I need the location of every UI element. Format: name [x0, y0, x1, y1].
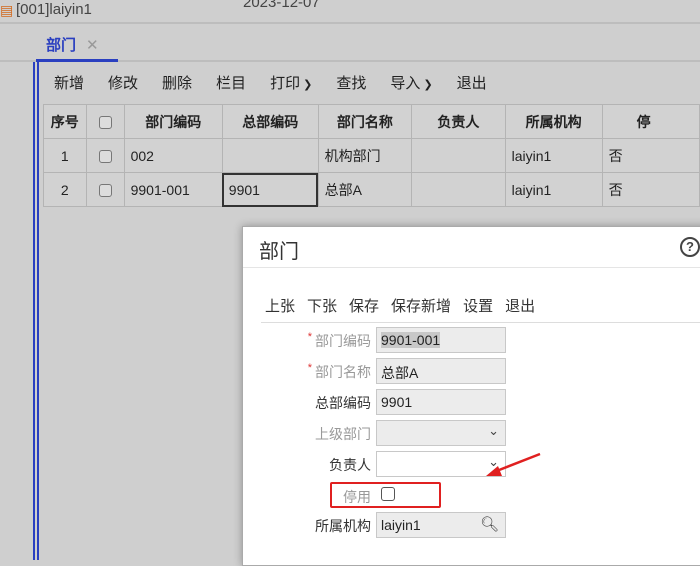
table-header: 序号 部门编码 总部编码 部门名称 负责人 所属机构 停 [43, 104, 700, 139]
name-label: * 部门名称 [261, 362, 371, 382]
col-name[interactable]: 部门名称 [317, 104, 413, 139]
settings-button[interactable]: 设置 [463, 295, 493, 316]
cell-name[interactable]: 总部A [317, 172, 413, 207]
print-label: 打印 [270, 74, 301, 92]
cell-index: 2 [43, 172, 87, 207]
app-icon: ▤ [0, 2, 14, 18]
dialog-toolbar: 上张 下张 保存 保存新增 设置 退出 [265, 295, 547, 316]
col-hq-code[interactable]: 总部编码 [221, 104, 319, 139]
cell-code[interactable]: 002 [123, 138, 223, 173]
dialog-title: 部门 [259, 241, 299, 263]
chevron-down-icon: ⌄ [488, 423, 499, 438]
columns-button[interactable]: 栏目 [204, 72, 258, 93]
import-label: 导入 [390, 74, 421, 92]
manager-label: 负责人 [329, 457, 371, 473]
help-icon[interactable]: ? [680, 237, 700, 257]
hq-code-label: 总部编码 [315, 395, 371, 411]
cell-hq-code[interactable]: 9901 [221, 172, 319, 207]
col-index: 序号 [43, 104, 87, 139]
company-label: [001]laiyin1 [16, 1, 92, 18]
top-bar: ▤ [001]laiyin1 2023-12-07 [0, 0, 700, 24]
cell-org[interactable]: laiyin1 [504, 172, 603, 207]
cell-name[interactable]: 机构部门 [317, 138, 413, 173]
code-label: * 部门编码 [261, 331, 371, 351]
chevron-down-icon: ❯ [420, 78, 433, 91]
close-icon[interactable]: ✕ [86, 37, 99, 54]
cell-index: 1 [43, 138, 87, 173]
parent-label: 上级部门 [315, 426, 371, 442]
department-dialog: 部门 ? 上张 下张 保存 保存新增 设置 退出 * 部门编码 9901-001 … [242, 226, 700, 566]
exit-button[interactable]: 退出 [505, 295, 535, 316]
col-disabled[interactable]: 停 [601, 104, 700, 139]
print-button[interactable]: 打印 ❯ [258, 72, 324, 93]
code-label-text: 部门编码 [315, 333, 371, 349]
row-checkbox[interactable] [98, 184, 112, 198]
prev-button[interactable]: 上张 [265, 295, 295, 316]
table-row[interactable]: 1 002 机构部门 laiyin1 否 [43, 138, 700, 173]
row-checkbox[interactable] [98, 150, 112, 164]
cell-disabled[interactable]: 否 [601, 138, 700, 173]
edit-button[interactable]: 修改 [96, 72, 150, 93]
col-org[interactable]: 所属机构 [504, 104, 603, 139]
add-button[interactable]: 新增 [42, 72, 96, 93]
department-table: 序号 部门编码 总部编码 部门名称 负责人 所属机构 停 1 002 机构部门 … [43, 104, 700, 207]
disabled-checkbox[interactable] [381, 487, 395, 501]
cell-select[interactable] [85, 172, 125, 207]
select-all-checkbox[interactable] [98, 116, 112, 130]
org-label: 所属机构 [315, 518, 371, 534]
tab-department[interactable]: 部门 ✕ [36, 34, 118, 62]
org-field[interactable]: laiyin1 🔍︎ [376, 512, 506, 538]
main-toolbar: 新增 修改 删除 栏目 打印 ❯ 查找 导入 ❯ 退出 [42, 66, 499, 98]
col-code[interactable]: 部门编码 [123, 104, 223, 139]
hq-code-field[interactable]: 9901 [376, 389, 506, 415]
cell-select[interactable] [85, 138, 125, 173]
next-button[interactable]: 下张 [307, 295, 337, 316]
code-value: 9901-001 [381, 332, 441, 348]
cell-manager[interactable] [411, 172, 506, 207]
search-icon[interactable]: 🔍︎ [480, 515, 499, 533]
required-mark: * [307, 362, 312, 374]
name-label-text: 部门名称 [315, 364, 371, 380]
parent-select[interactable]: ⌄ [376, 420, 506, 446]
date-label: 2023-12-07 [243, 0, 320, 11]
name-field[interactable]: 总部A [376, 358, 506, 384]
disabled-label: 停用 [343, 489, 371, 505]
cell-manager[interactable] [411, 138, 506, 173]
arrow-annotation-icon [486, 452, 541, 476]
delete-button[interactable]: 删除 [150, 72, 204, 93]
divider [261, 322, 700, 323]
find-button[interactable]: 查找 [324, 72, 378, 93]
cell-hq-code[interactable] [221, 138, 319, 173]
content-border [33, 62, 39, 560]
org-value: laiyin1 [381, 517, 421, 533]
col-manager[interactable]: 负责人 [411, 104, 506, 139]
chevron-down-icon: ❯ [300, 78, 313, 91]
code-field[interactable]: 9901-001 [376, 327, 506, 353]
table-row[interactable]: 2 9901-001 9901 总部A laiyin1 否 [43, 172, 700, 207]
cell-disabled[interactable]: 否 [601, 172, 700, 207]
save-new-button[interactable]: 保存新增 [391, 295, 451, 316]
tab-label: 部门 [46, 37, 77, 54]
save-button[interactable]: 保存 [349, 295, 379, 316]
exit-button[interactable]: 退出 [445, 72, 499, 93]
col-select[interactable] [85, 104, 125, 139]
divider [243, 267, 700, 268]
required-mark: * [307, 331, 312, 343]
cell-org[interactable]: laiyin1 [504, 138, 603, 173]
cell-code[interactable]: 9901-001 [123, 172, 223, 207]
import-button[interactable]: 导入 ❯ [378, 72, 444, 93]
